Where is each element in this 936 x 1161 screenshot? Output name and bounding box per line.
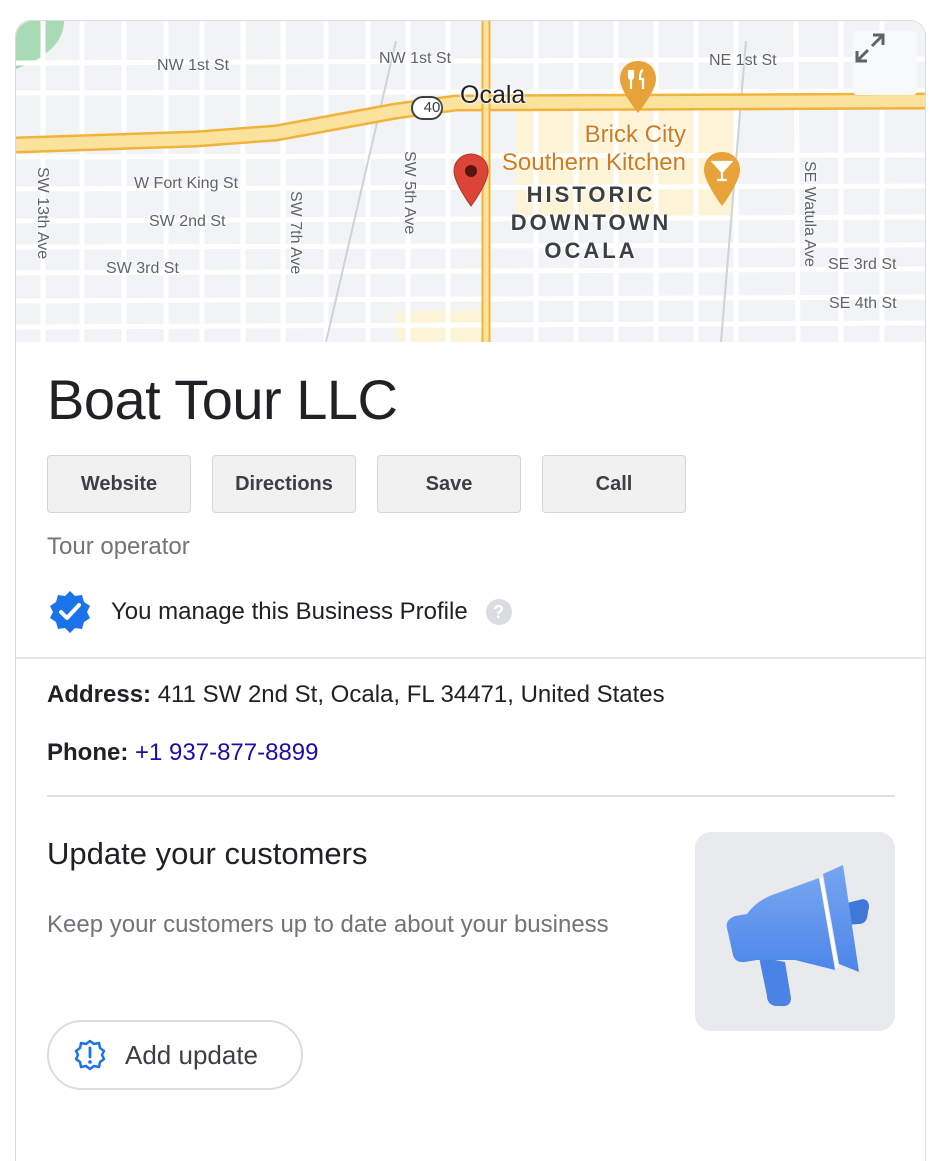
street-label: NW 1st St [379, 50, 452, 67]
poi-label-line: Brick City [584, 121, 686, 148]
address-label: Address: [47, 681, 152, 708]
megaphone-illustration [695, 832, 895, 1031]
phone-label: Phone: [47, 739, 129, 766]
expand-icon [855, 33, 885, 63]
bar-pin-icon[interactable] [702, 150, 742, 208]
restaurant-pin-icon[interactable] [618, 59, 658, 115]
street-label: SW 5th Ave [401, 151, 418, 235]
address-value: 411 SW 2nd St, Ocala, FL 34471, United S… [151, 681, 665, 708]
verified-badge-icon [50, 591, 90, 633]
district-label-line: OCALA [544, 238, 638, 263]
street-label: SE 3rd St [828, 256, 897, 273]
save-button[interactable]: Save [377, 455, 521, 513]
alert-badge-icon [74, 1039, 106, 1071]
street-label: SW 2nd St [149, 213, 226, 230]
megaphone-icon [726, 865, 869, 1007]
street-label: SE 4th St [829, 295, 897, 312]
managed-profile-text: You manage this Business Profile [111, 598, 468, 625]
street-label: NW 1st St [157, 57, 230, 74]
district-label-line: HISTORIC [526, 182, 656, 207]
location-pin-icon[interactable] [452, 152, 490, 208]
address-row: Address: 411 SW 2nd St, Ocala, FL 34471,… [47, 681, 665, 709]
action-buttons: Website Directions Save Call [47, 455, 686, 513]
street-label: NE 1st St [709, 52, 777, 69]
rail-line [325, 40, 397, 342]
street-label: W Fort King St [134, 175, 239, 192]
phone-row: Phone: +1 937-877-8899 [47, 739, 319, 767]
district-label-line: DOWNTOWN [510, 210, 672, 235]
street-label: SW 7th Ave [287, 191, 304, 275]
poi-label[interactable]: Brick City Southern Kitchen [482, 121, 686, 177]
call-button[interactable]: Call [542, 455, 686, 513]
map-preview[interactable]: 40 NW 1st St NW 1st St NE 1st St W Fort … [16, 21, 925, 342]
add-update-button[interactable]: Add update [47, 1020, 303, 1090]
help-icon[interactable]: ? [485, 599, 512, 625]
directions-button[interactable]: Directions [212, 455, 356, 513]
district-label: HISTORIC DOWNTOWN OCALA [496, 181, 686, 265]
business-name: Boat Tour LLC [47, 368, 398, 431]
phone-link[interactable]: +1 937-877-8899 [135, 739, 319, 766]
update-section-description: Keep your customers up to date about you… [47, 911, 609, 938]
section-divider [47, 795, 895, 797]
street-label: SW 3rd St [106, 260, 179, 277]
street-label: SE Watula Ave [801, 161, 818, 267]
business-category: Tour operator [47, 533, 190, 560]
expand-map-button[interactable] [853, 31, 917, 95]
business-profile-card: 40 NW 1st St NW 1st St NE 1st St W Fort … [15, 20, 926, 1161]
section-divider [16, 657, 925, 659]
poi-label-line: Southern Kitchen [501, 149, 686, 176]
add-update-label: Add update [125, 1039, 259, 1070]
website-button[interactable]: Website [47, 455, 191, 513]
street-label: SW 13th Ave [34, 167, 51, 260]
city-label: Ocala [460, 81, 526, 109]
update-section-title: Update your customers [47, 836, 368, 871]
route-shield-number: 40 [423, 99, 441, 116]
managed-profile-notice: You manage this Business Profile ? [47, 589, 512, 635]
